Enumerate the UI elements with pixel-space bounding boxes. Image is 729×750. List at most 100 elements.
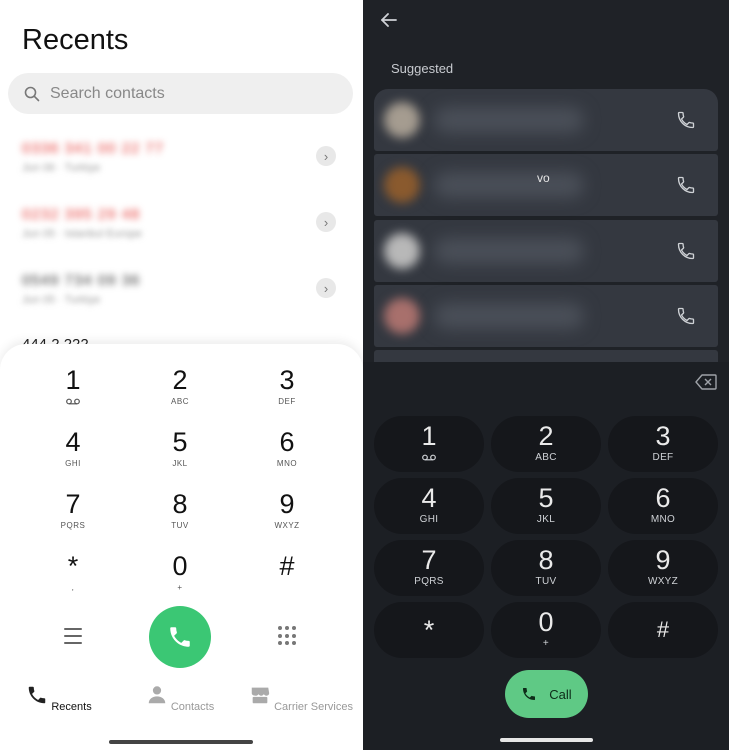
- key-letters: DEF: [652, 452, 674, 463]
- key-digit: 6: [279, 427, 295, 457]
- key-digit: 2: [172, 365, 188, 395]
- key-digit: 1: [65, 365, 81, 395]
- key-1[interactable]: 1: [23, 364, 123, 420]
- key-9[interactable]: 9 WXYZ: [237, 488, 337, 544]
- key-6[interactable]: 6 MNO: [237, 426, 337, 482]
- key-digit: 2: [538, 421, 554, 451]
- key-digit: *: [67, 551, 79, 581]
- key-6[interactable]: 6 MNO: [608, 478, 718, 534]
- dialpad-sheet: 1 2 ABC 3 DEF 4 GHI 5 JKL 6 MNO 7 PQRS 8…: [0, 344, 363, 750]
- contact-name-fragment: vo: [537, 171, 550, 185]
- back-arrow-icon[interactable]: [379, 10, 399, 30]
- phone-icon: [29, 686, 46, 704]
- key-star[interactable]: *: [374, 602, 484, 658]
- key-0[interactable]: 0 +: [491, 602, 601, 658]
- call-button[interactable]: [149, 606, 211, 668]
- contact-name-blurred: [434, 303, 584, 329]
- key-3[interactable]: 3 DEF: [608, 416, 718, 472]
- search-icon: [24, 86, 40, 101]
- key-1[interactable]: 1: [374, 416, 484, 472]
- key-letters: ABC: [171, 397, 189, 406]
- key-3[interactable]: 3 DEF: [237, 364, 337, 420]
- suggested-contact[interactable]: [374, 220, 718, 282]
- recent-call-row[interactable]: 0232 395 29 48 Jun 05 · Istanbul Europe …: [22, 206, 340, 250]
- key-letters: TUV: [171, 521, 189, 530]
- key-hash[interactable]: #: [237, 550, 337, 606]
- key-letters: GHI: [65, 459, 81, 468]
- key-digit: 3: [655, 421, 671, 451]
- avatar: [384, 233, 420, 269]
- key-digit: #: [656, 617, 670, 642]
- nav-label: Recents: [51, 701, 92, 713]
- suggested-contact[interactable]: vo: [374, 154, 718, 216]
- key-4[interactable]: 4 GHI: [374, 478, 484, 534]
- home-indicator[interactable]: [109, 740, 253, 744]
- key-4[interactable]: 4 GHI: [23, 426, 123, 482]
- home-indicator[interactable]: [500, 738, 593, 742]
- voicemail-icon: [66, 398, 80, 405]
- key-hash[interactable]: #: [608, 602, 718, 658]
- menu-icon[interactable]: [64, 628, 82, 644]
- nav-carrier-services[interactable]: Carrier Services: [246, 684, 356, 713]
- key-letters: ABC: [535, 452, 557, 463]
- key-star[interactable]: * ,: [23, 550, 123, 606]
- light-dialer-screen: Recents 0336 341 00 22 77 Jun 06 · Turki…: [0, 0, 363, 750]
- key-digit: 7: [421, 545, 437, 575]
- key-letters: DEF: [278, 397, 296, 406]
- person-icon: [148, 686, 165, 704]
- dark-dialer-screen: Suggested vo 1 2 ABC 3 DEF 4 GHI 5 JKL 6…: [363, 0, 729, 750]
- backspace-icon[interactable]: [695, 374, 717, 390]
- recent-number: 0232 395 29 48: [22, 206, 141, 223]
- key-2[interactable]: 2 ABC: [130, 364, 230, 420]
- key-letters: WXYZ: [274, 521, 300, 530]
- key-letters: PQRS: [60, 521, 86, 530]
- recent-call-row[interactable]: 0549 734 09 36 Jun 05 · Turkiye ›: [22, 272, 340, 316]
- call-button[interactable]: Call: [505, 670, 588, 718]
- key-8[interactable]: 8 TUV: [491, 540, 601, 596]
- nav-contacts[interactable]: Contacts: [125, 684, 235, 713]
- recent-detail: Jun 06 · Turkiye: [22, 162, 101, 174]
- key-2[interactable]: 2 ABC: [491, 416, 601, 472]
- nav-label: Contacts: [170, 701, 215, 713]
- dialpad-toggle-icon[interactable]: [278, 626, 298, 646]
- phone-icon[interactable]: [676, 241, 696, 261]
- dialpad-sheet: 1 2 ABC 3 DEF 4 GHI 5 JKL 6 MNO 7 PQRS 8…: [363, 362, 729, 750]
- key-7[interactable]: 7 PQRS: [23, 488, 123, 544]
- phone-icon[interactable]: [676, 306, 696, 326]
- contact-name-blurred: [434, 238, 584, 264]
- key-digit: 7: [65, 489, 81, 519]
- key-5[interactable]: 5 JKL: [491, 478, 601, 534]
- key-0[interactable]: 0 +: [130, 550, 230, 606]
- key-digit: 0: [172, 551, 188, 581]
- search-input[interactable]: [50, 84, 310, 103]
- key-digit: #: [279, 551, 295, 581]
- nav-recents[interactable]: Recents: [4, 684, 114, 713]
- key-8[interactable]: 8 TUV: [130, 488, 230, 544]
- key-digit: 5: [538, 483, 554, 513]
- key-7[interactable]: 7 PQRS: [374, 540, 484, 596]
- key-letters: MNO: [650, 514, 676, 525]
- phone-icon: [523, 688, 536, 700]
- key-digit: 8: [172, 489, 188, 519]
- recent-detail: Jun 05 · Istanbul Europe: [22, 228, 142, 240]
- phone-icon[interactable]: [676, 110, 696, 130]
- suggested-contact[interactable]: [374, 89, 718, 151]
- chevron-right-icon[interactable]: ›: [316, 212, 336, 232]
- search-bar[interactable]: [8, 73, 353, 114]
- key-5[interactable]: 5 JKL: [130, 426, 230, 482]
- chevron-right-icon[interactable]: ›: [316, 146, 336, 166]
- call-label: Call: [549, 686, 572, 702]
- avatar: [384, 298, 420, 334]
- contact-name-blurred: [434, 172, 584, 198]
- recent-call-row[interactable]: 0336 341 00 22 77 Jun 06 · Turkiye ›: [22, 140, 340, 184]
- key-digit: 1: [421, 421, 437, 451]
- phone-icon[interactable]: [676, 175, 696, 195]
- chevron-right-icon[interactable]: ›: [316, 278, 336, 298]
- key-digit: 9: [655, 545, 671, 575]
- key-letters: GHI: [419, 514, 439, 525]
- key-9[interactable]: 9 WXYZ: [608, 540, 718, 596]
- key-digit: 6: [655, 483, 671, 513]
- recent-detail: Jun 05 · Turkiye: [22, 294, 101, 306]
- page-title: Recents: [22, 24, 129, 56]
- suggested-contact[interactable]: [374, 285, 718, 347]
